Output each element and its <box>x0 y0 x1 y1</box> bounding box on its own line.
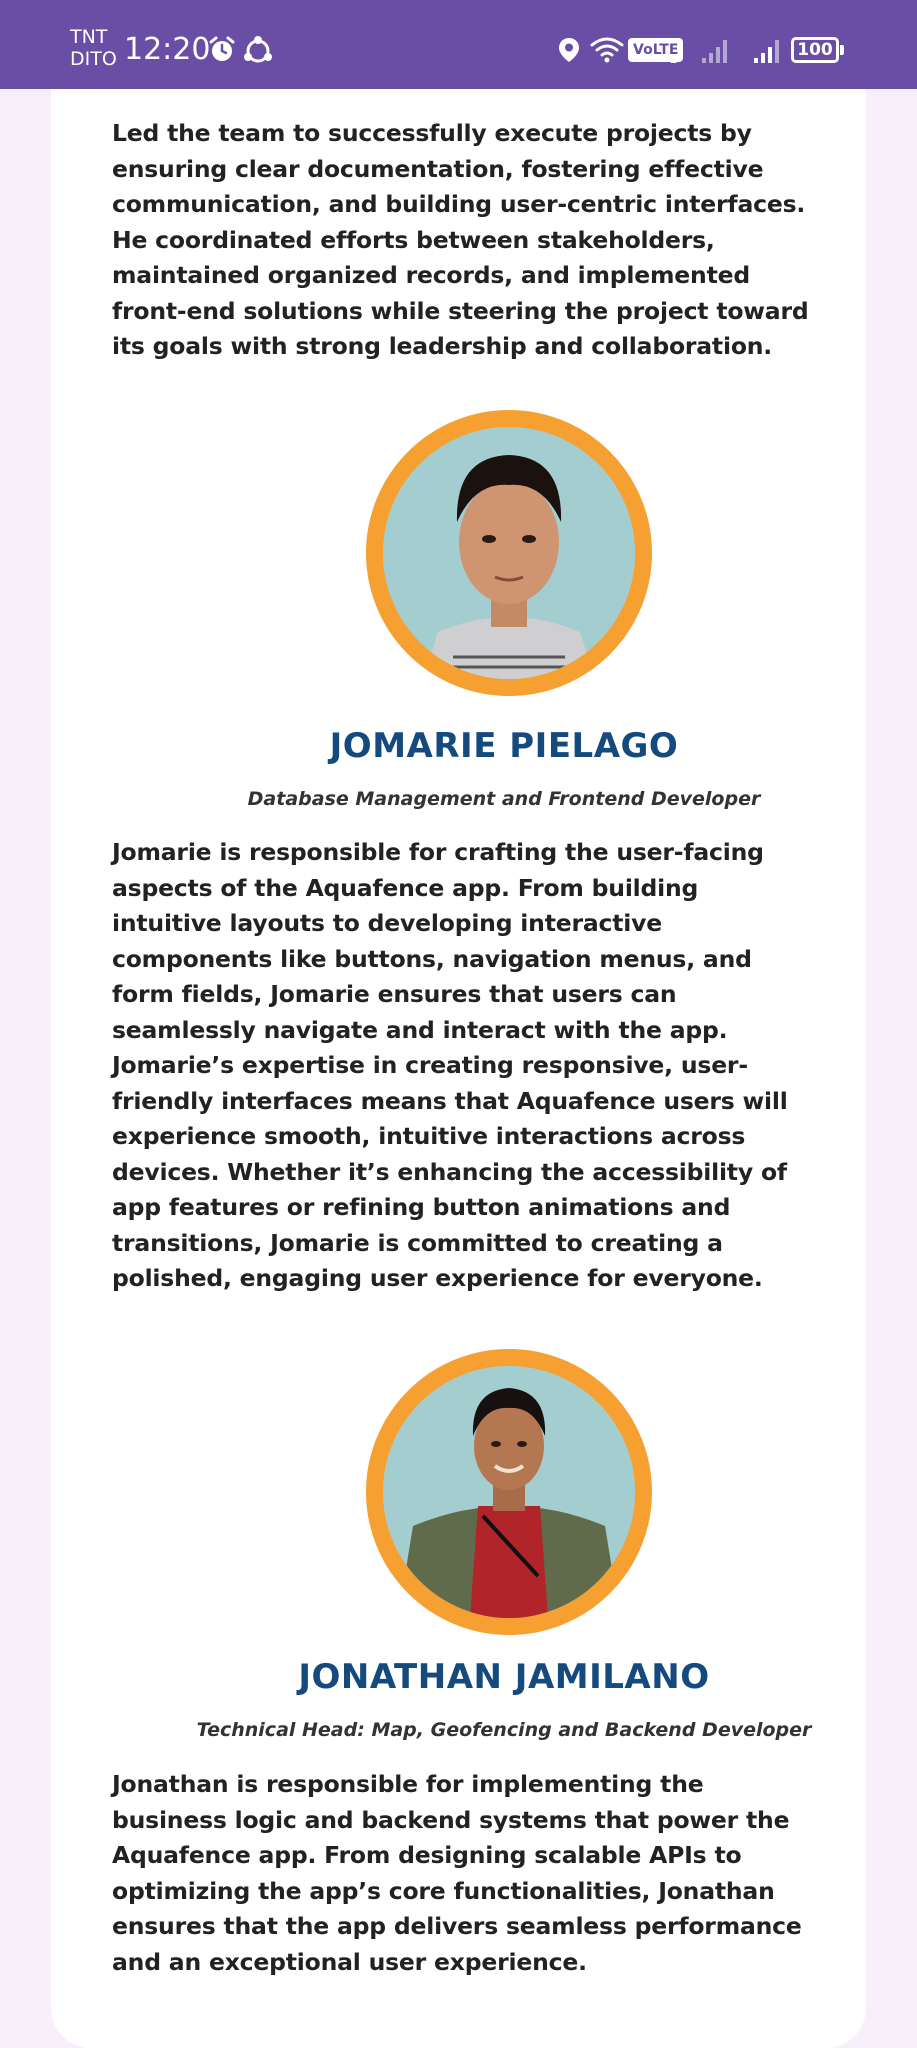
member-name-jomarie: JOMARIE PIELAGO <box>329 726 679 766</box>
carrier-label: TNT DITO <box>70 26 117 70</box>
member-name-jonathan: JONATHAN JAMILANO <box>298 1657 710 1697</box>
avatar-jomarie <box>366 410 652 696</box>
alarm-icon <box>209 36 235 61</box>
carrier-line-2: DITO <box>70 48 117 70</box>
member-bio-jomarie: Jomarie is responsible for crafting the … <box>112 838 788 1292</box>
battery-icon: 100 <box>791 37 839 63</box>
signal-sim2-icon <box>754 40 779 63</box>
location-icon <box>559 38 579 62</box>
volte-sim-label: 2 <box>670 52 678 66</box>
sync-icon <box>244 36 272 63</box>
status-time: 12:20 <box>124 32 211 67</box>
member-role-jomarie: Database Management and Frontend Develop… <box>247 788 761 810</box>
carrier-line-1: TNT <box>70 26 108 48</box>
person-photo-icon <box>383 1366 635 1618</box>
member-role-jonathan: Technical Head: Map, Geofencing and Back… <box>196 1719 812 1741</box>
status-bar: TNT DITO 12:20 VoLTE 2 100 <box>0 0 917 89</box>
person-photo-icon <box>383 427 635 679</box>
avatar-jonathan <box>366 1349 652 1635</box>
battery-nub <box>840 45 844 55</box>
signal-sim1-icon <box>702 40 727 63</box>
member-bio-jonathan: Jonathan is responsible for implementing… <box>112 1770 802 1976</box>
intro-paragraph: Led the team to successfully execute pro… <box>112 119 809 360</box>
wifi-icon <box>590 37 624 63</box>
